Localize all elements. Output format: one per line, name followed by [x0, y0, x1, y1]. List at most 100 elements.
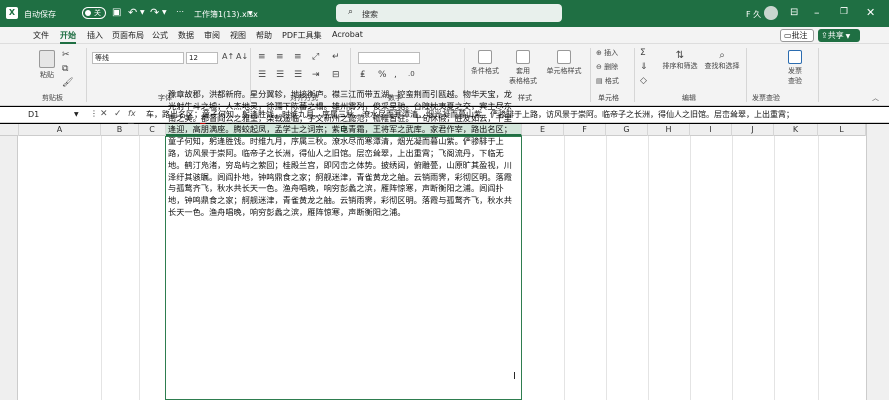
column-header-g[interactable]: G — [606, 124, 648, 136]
column-header-h[interactable]: H — [648, 124, 690, 136]
tab-home[interactable]: 开始 — [60, 30, 76, 44]
autosum-icon[interactable]: Σ — [640, 48, 646, 58]
align-top-icon[interactable]: ≡ — [258, 52, 266, 62]
decimal-icon[interactable]: .0 — [408, 70, 415, 78]
insert-cells-button[interactable]: ⊕ 插入 — [596, 48, 618, 58]
tab-pdf-tools[interactable]: PDF工具集 — [282, 30, 322, 41]
column-header-a[interactable]: A — [19, 124, 101, 136]
column-header-c[interactable]: C — [139, 124, 166, 136]
align-center-icon[interactable]: ☰ — [276, 70, 284, 80]
column-header-k[interactable]: K — [774, 124, 818, 136]
name-box-dropdown-icon[interactable]: ▼ — [74, 111, 79, 118]
select-all-corner[interactable] — [0, 124, 19, 136]
more-icon[interactable]: ⋮ — [90, 109, 98, 118]
align-right-icon[interactable]: ☰ — [294, 70, 302, 80]
align-bottom-icon[interactable]: ≡ — [294, 52, 302, 62]
group-separator — [634, 48, 635, 102]
cut-icon[interactable]: ✂ — [62, 50, 70, 60]
table-format-button[interactable]: 套用 表格格式 — [506, 50, 540, 86]
fill-icon[interactable]: ⇓ — [640, 62, 648, 72]
column-header-j[interactable]: J — [732, 124, 774, 136]
tab-help[interactable]: 帮助 — [256, 30, 272, 41]
font-size-combo[interactable]: 12 — [186, 52, 218, 64]
file-dropdown-icon[interactable]: ▼ — [248, 10, 253, 17]
comment-button[interactable]: ▭批注 — [780, 29, 814, 42]
accounting-icon[interactable]: ₤ — [360, 70, 366, 80]
indent-icon[interactable]: ⇥ — [312, 70, 320, 80]
find-select-label: 查找和选择 — [704, 62, 740, 70]
align-left-icon[interactable]: ☰ — [258, 70, 266, 80]
collapse-ribbon-icon[interactable]: ︿ — [872, 93, 879, 103]
insert-cells-icon: ⊕ — [596, 49, 605, 57]
merge-center-icon[interactable]: ⊟ — [332, 70, 340, 80]
redo-dropdown-icon[interactable]: ▼ — [162, 9, 167, 16]
percent-button[interactable]: % — [378, 70, 387, 80]
minimize-icon[interactable]: – — [814, 6, 820, 19]
comma-icon[interactable]: , — [394, 70, 397, 80]
conditional-format-button[interactable]: 条件格式 — [468, 50, 502, 76]
cancel-icon[interactable]: ✕ — [100, 109, 108, 119]
share-button[interactable]: ⇪共享 ▼ — [818, 29, 860, 42]
number-format-combo[interactable] — [358, 52, 420, 64]
orientation-icon[interactable]: ⤢ — [312, 52, 319, 62]
cell-content[interactable]: 豫章故郡，洪都新府。星分翼轸，地接衡庐。襟三江而带五湖，控蛮荆而引瓯越。物华天宝… — [168, 89, 520, 219]
excel-logo-icon: X — [6, 7, 18, 19]
save-icon[interactable]: ▣ — [112, 7, 121, 18]
format-painter-icon[interactable]: 🖌 — [62, 78, 73, 88]
tab-file[interactable]: 文件 — [33, 30, 49, 41]
redo-icon[interactable]: ↷ — [150, 6, 159, 19]
tab-acrobat[interactable]: Acrobat — [332, 30, 363, 39]
user-name[interactable]: F 久 — [746, 9, 761, 20]
tab-view[interactable]: 视图 — [230, 30, 246, 41]
ribbon-display-icon[interactable]: ⊟ — [790, 7, 798, 18]
cell-styles-icon — [557, 50, 571, 64]
cell-styles-button[interactable]: 单元格样式 — [542, 50, 586, 76]
format-cells-button[interactable]: ▤ 格式 — [596, 76, 619, 86]
gridline — [690, 136, 691, 400]
invoice-check-button[interactable]: 发票 查验 — [780, 50, 810, 86]
gridline — [139, 136, 140, 400]
font-size-value: 12 — [189, 54, 198, 62]
paste-button[interactable]: 粘贴 — [34, 50, 60, 80]
gridline — [732, 136, 733, 400]
avatar[interactable] — [764, 6, 778, 20]
column-header-l[interactable]: L — [818, 124, 866, 136]
menu-bar: 文件 开始 插入 页面布局 公式 数据 审阅 视图 帮助 PDF工具集 Acro… — [0, 27, 889, 44]
tab-page-layout[interactable]: 页面布局 — [112, 30, 144, 41]
align-middle-icon[interactable]: ≡ — [276, 52, 284, 62]
sort-filter-button[interactable]: ⇅ 排序和筛选 — [660, 50, 700, 71]
name-box[interactable]: D1 — [2, 109, 84, 121]
column-header-b[interactable]: B — [101, 124, 139, 136]
insert-function-button[interactable]: fx — [128, 109, 136, 118]
tab-review[interactable]: 审阅 — [204, 30, 220, 41]
delete-cells-button[interactable]: ⊖ 删除 — [596, 62, 618, 72]
font-name-combo[interactable]: 等线 — [92, 52, 184, 64]
increase-font-icon[interactable]: A↑ — [222, 52, 234, 61]
row-headers[interactable] — [0, 136, 18, 400]
column-header-f[interactable]: F — [564, 124, 606, 136]
wrap-text-icon[interactable]: ↵ — [332, 52, 340, 62]
sort-filter-icon: ⇅ — [675, 50, 685, 61]
undo-icon[interactable]: ↶ — [128, 6, 137, 19]
restore-icon[interactable]: ❐ — [840, 7, 848, 17]
vertical-scrollbar[interactable] — [866, 124, 889, 400]
tab-formulas[interactable]: 公式 — [152, 30, 168, 41]
more-commands-icon[interactable]: ⋯ — [176, 7, 184, 16]
tab-insert[interactable]: 插入 — [87, 30, 103, 41]
close-icon[interactable]: ✕ — [866, 6, 875, 19]
autosave-toggle[interactable]: 关 — [82, 7, 106, 19]
decrease-font-icon[interactable]: A↓ — [236, 52, 248, 61]
find-select-button[interactable]: ⌕ 查找和选择 — [702, 50, 742, 71]
autosave-knob — [85, 10, 91, 16]
clear-icon[interactable]: ◇ — [640, 76, 647, 86]
font-name-value: 等线 — [95, 54, 109, 62]
copy-icon[interactable]: ⧉ — [62, 64, 68, 74]
table-format-label: 套用 表格格式 — [509, 67, 537, 85]
column-header-i[interactable]: I — [690, 124, 732, 136]
tab-data[interactable]: 数据 — [178, 30, 194, 41]
invoice-check-label: 发票 查验 — [788, 67, 802, 85]
enter-icon[interactable]: ✓ — [114, 109, 122, 119]
column-header-e[interactable]: E — [522, 124, 564, 136]
search-box[interactable]: ⌕ 搜索 — [336, 4, 562, 22]
undo-dropdown-icon[interactable]: ▼ — [140, 9, 145, 16]
